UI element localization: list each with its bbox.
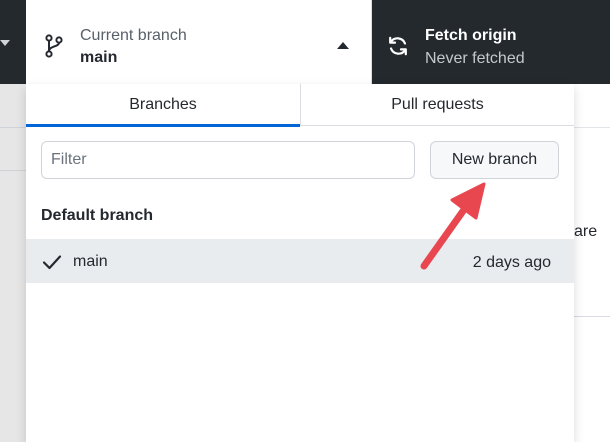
app-toolbar: Current branch main Fetch origin Never f… (0, 0, 610, 84)
background-divider (574, 316, 610, 317)
fetch-status: Never fetched (425, 50, 525, 67)
repository-dropdown-stub[interactable] (0, 0, 26, 84)
tab-branches[interactable]: Branches (26, 84, 300, 127)
background-content: are (574, 84, 610, 442)
annotation-arrow-icon (420, 182, 486, 270)
branch-name: main (73, 253, 108, 270)
fetch-origin-button[interactable]: Fetch origin Never fetched (372, 0, 610, 84)
background-divider (0, 170, 26, 171)
chevron-down-icon (0, 40, 10, 46)
background-text: are (574, 223, 598, 240)
background-divider (574, 127, 610, 128)
branch-list-item[interactable]: main 2 days ago (26, 239, 574, 283)
tab-bar: Branches Pull requests (26, 84, 574, 127)
current-branch-name: main (80, 49, 118, 66)
branch-filter-input[interactable] (41, 141, 415, 179)
tab-pull-requests[interactable]: Pull requests (300, 84, 574, 126)
branch-dropdown-panel: Branches Pull requests New branch Defaul… (26, 84, 574, 442)
current-branch-caption: Current branch (80, 27, 187, 44)
new-branch-button[interactable]: New branch (430, 141, 559, 179)
checkmark-icon (42, 255, 62, 270)
chevron-up-icon (337, 42, 349, 49)
git-branch-icon (45, 34, 63, 58)
fetch-origin-caption: Fetch origin (425, 27, 517, 44)
background-divider (0, 127, 26, 128)
sync-icon (389, 36, 407, 56)
section-header-default-branch: Default branch (41, 207, 154, 224)
current-branch-button[interactable]: Current branch main (26, 0, 372, 84)
